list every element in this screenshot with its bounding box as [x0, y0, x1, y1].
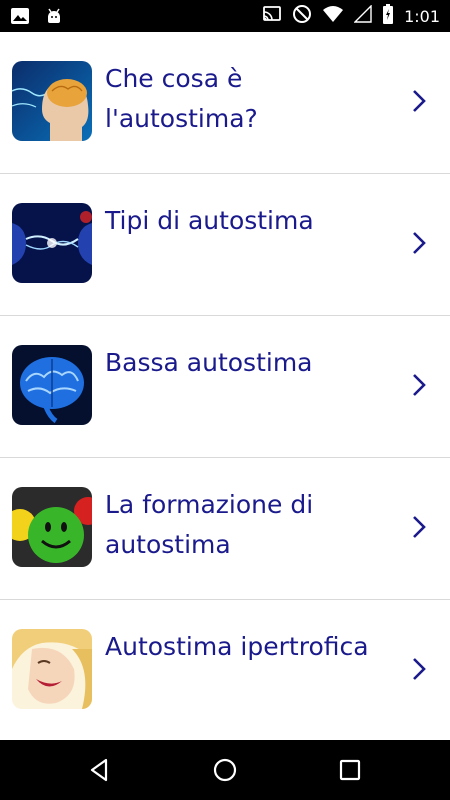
status-time: 1:01	[404, 6, 440, 26]
laughing-woman-icon	[12, 629, 92, 709]
status-right-icons: 1:01	[262, 4, 440, 28]
chevron-right-icon	[413, 374, 426, 396]
list-item-label: Autostima ipertrofica	[105, 632, 369, 661]
list-item[interactable]: Bassa autostima	[0, 316, 450, 458]
chevron-right-icon	[413, 232, 426, 254]
status-left-icons	[10, 6, 64, 30]
image-icon	[10, 6, 30, 30]
back-icon[interactable]	[86, 756, 114, 784]
list-item[interactable]: Che cosa è l'autostima?	[0, 32, 450, 174]
list-item-label: Bassa autostima	[105, 348, 313, 377]
list-item[interactable]: Tipi di autostima	[0, 174, 450, 316]
cast-icon	[262, 5, 282, 27]
chevron-right-icon	[413, 658, 426, 680]
android-debug-icon	[44, 6, 64, 30]
no-signal-icon	[353, 4, 372, 27]
blue-brain-icon	[12, 345, 92, 425]
recents-icon[interactable]	[336, 756, 364, 784]
chevron-right-icon	[413, 90, 426, 112]
smiley-balls-icon	[12, 487, 92, 567]
wifi-icon	[322, 5, 344, 27]
list-item[interactable]: La formazione di autostima	[0, 458, 450, 600]
list-item[interactable]: Autostima ipertrofica	[0, 600, 450, 740]
list-item-label: La formazione di autostima	[105, 490, 314, 559]
topic-list: Che cosa è l'autostima? Tipi di autostim…	[0, 32, 450, 740]
brain-head-icon	[12, 61, 92, 141]
battery-charging-icon	[382, 4, 394, 28]
navigation-bar	[0, 740, 450, 800]
chevron-right-icon	[413, 516, 426, 538]
do-not-disturb-icon	[292, 4, 312, 28]
list-item-label: Che cosa è l'autostima?	[105, 64, 258, 133]
two-faces-icon	[12, 203, 92, 283]
status-bar: 1:01	[0, 0, 450, 32]
list-item-label: Tipi di autostima	[105, 206, 314, 235]
home-icon[interactable]	[211, 756, 239, 784]
